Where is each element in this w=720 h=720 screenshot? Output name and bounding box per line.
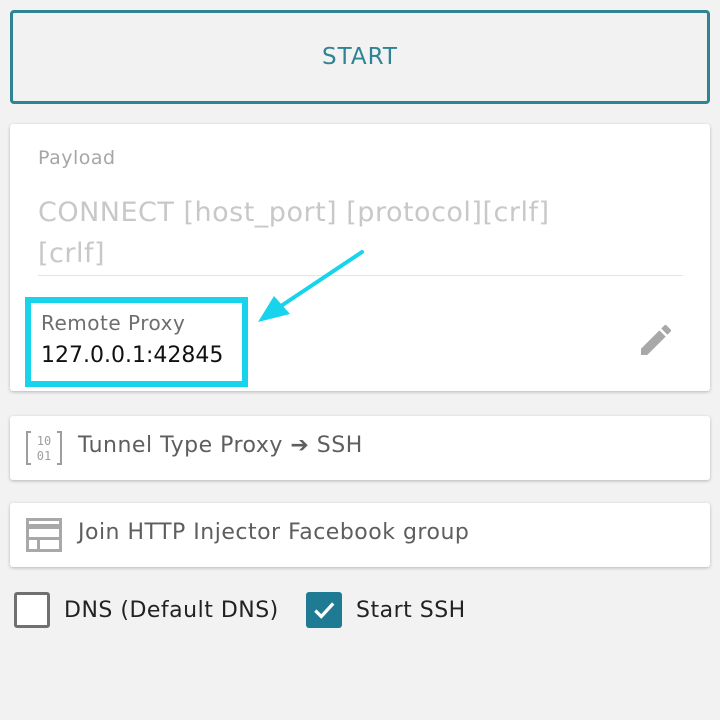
svg-text:01: 01 — [37, 449, 51, 463]
dns-checkbox[interactable] — [14, 592, 50, 628]
binary-icon: 10 01 — [26, 431, 62, 465]
dns-checkbox-label: DNS (Default DNS) — [64, 597, 279, 623]
dns-checkbox-row[interactable]: DNS (Default DNS) — [14, 592, 279, 628]
join-group-row[interactable]: Join HTTP Injector Facebook group — [10, 503, 710, 567]
config-card: Payload CONNECT [host_port] [protocol][c… — [10, 124, 710, 391]
tunnel-type-label: Tunnel Type Proxy ➔ SSH — [78, 433, 363, 458]
start-button[interactable]: START — [10, 10, 710, 104]
remote-proxy-label: Remote Proxy — [41, 311, 186, 335]
tunnel-type-row[interactable]: 10 01 Tunnel Type Proxy ➔ SSH — [10, 416, 710, 480]
join-group-label: Join HTTP Injector Facebook group — [78, 520, 470, 545]
svg-text:10: 10 — [37, 434, 51, 448]
edit-pencil-icon[interactable] — [636, 320, 676, 360]
checkmark-icon — [314, 602, 335, 619]
payload-value-line1: CONNECT [host_port] [protocol][crlf] — [38, 197, 550, 228]
payload-label: Payload — [38, 147, 116, 169]
start-ssh-checkbox-row[interactable]: Start SSH — [306, 592, 466, 628]
start-ssh-checkbox[interactable] — [306, 592, 342, 628]
start-ssh-checkbox-label: Start SSH — [356, 597, 466, 623]
start-button-label: START — [322, 44, 398, 70]
facebook-group-icon — [26, 518, 62, 552]
remote-proxy-highlight[interactable]: Remote Proxy 127.0.0.1:42845 — [25, 297, 248, 387]
annotation-arrow-icon — [258, 250, 364, 322]
remote-proxy-value: 127.0.0.1:42845 — [41, 343, 224, 368]
